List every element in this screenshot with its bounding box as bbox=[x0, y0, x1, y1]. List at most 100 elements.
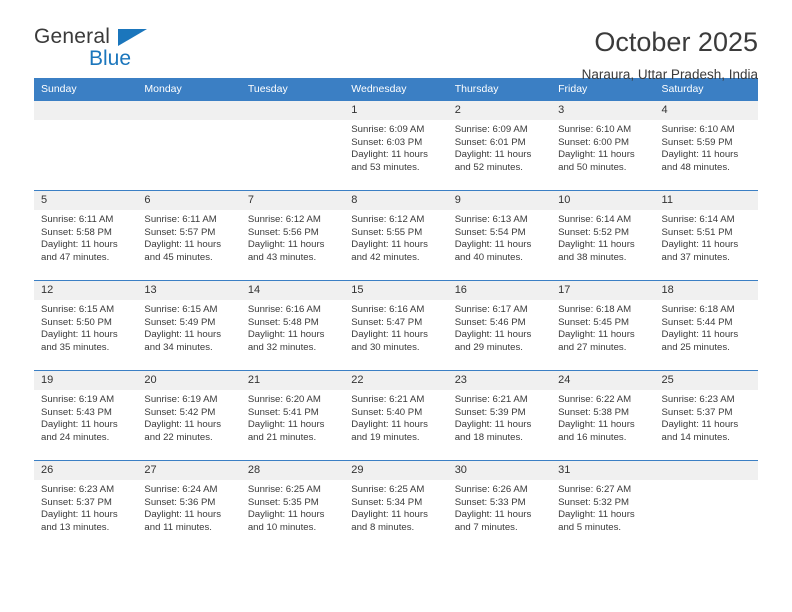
calendar-day-cell[interactable]: 17 Sunrise: 6:18 AM Sunset: 5:45 PM Dayligh… bbox=[551, 280, 655, 371]
calendar-day-cell[interactable]: 28 Sunrise: 6:25 AM Sunset: 5:35 PM Dayligh… bbox=[240, 460, 345, 551]
calendar-day-cell[interactable]: 25 Sunrise: 6:23 AM Sunset: 5:37 PM Dayligh… bbox=[654, 370, 758, 461]
detail-sunrise: Sunrise: 6:12 AM bbox=[351, 214, 425, 225]
calendar-day-cell[interactable]: 2 Sunrise: 6:09 AM Sunset: 6:01 PM Daylight… bbox=[447, 100, 552, 191]
calendar-day-cell[interactable]: 8 Sunrise: 6:12 AM Sunset: 5:55 PM Daylight… bbox=[344, 190, 448, 281]
calendar-day-cell[interactable]: 31 Sunrise: 6:27 AM Sunset: 5:32 PM Dayligh… bbox=[551, 460, 655, 551]
calendar-day-cell[interactable]: 10 Sunrise: 6:14 AM Sunset: 5:52 PM Dayligh… bbox=[551, 190, 655, 281]
day-number: 15 bbox=[344, 281, 448, 300]
detail-sunrise: Sunrise: 6:22 AM bbox=[558, 394, 632, 405]
calendar-day-cell[interactable]: 26 Sunrise: 6:23 AM Sunset: 5:37 PM Dayligh… bbox=[34, 460, 138, 551]
day-number: 19 bbox=[34, 371, 138, 390]
detail-daylight2: and 10 minutes. bbox=[247, 521, 317, 533]
detail-sunset: Sunset: 5:41 PM bbox=[247, 406, 319, 418]
general-blue-logo[interactable]: General Blue bbox=[34, 26, 166, 74]
calendar-cell-inner: 4 Sunrise: 6:10 AM Sunset: 5:59 PM Daylight… bbox=[654, 101, 758, 190]
day-details: Sunrise: 6:22 AM Sunset: 5:38 PM Daylight:… bbox=[551, 390, 654, 444]
calendar-day-cell[interactable]: 20 Sunrise: 6:19 AM Sunset: 5:42 PM Dayligh… bbox=[137, 370, 241, 461]
calendar-cell-empty bbox=[137, 100, 241, 191]
detail-sunrise: Sunrise: 6:25 AM bbox=[247, 484, 321, 495]
detail-daylight2: and 52 minutes. bbox=[454, 161, 523, 173]
calendar-day-cell[interactable]: 30 Sunrise: 6:26 AM Sunset: 5:33 PM Dayligh… bbox=[447, 460, 552, 551]
detail-daylight2: and 7 minutes. bbox=[454, 521, 518, 533]
detail-daylight1: Daylight: 11 hours bbox=[661, 239, 739, 251]
detail-sunset: Sunset: 5:48 PM bbox=[247, 316, 319, 328]
calendar-day-cell[interactable]: 23 Sunrise: 6:21 AM Sunset: 5:39 PM Dayligh… bbox=[447, 370, 552, 461]
calendar-day-cell[interactable]: 16 Sunrise: 6:17 AM Sunset: 5:46 PM Dayligh… bbox=[447, 280, 552, 371]
detail-sunrise: Sunrise: 6:13 AM bbox=[454, 214, 528, 225]
calendar-cell-inner: 27 Sunrise: 6:24 AM Sunset: 5:36 PM Dayligh… bbox=[137, 461, 241, 551]
day-details: Sunrise: 6:24 AM Sunset: 5:36 PM Daylight:… bbox=[137, 480, 240, 534]
calendar-day-cell[interactable]: 9 Sunrise: 6:13 AM Sunset: 5:54 PM Daylight… bbox=[447, 190, 552, 281]
detail-sunset: Sunset: 5:37 PM bbox=[661, 406, 733, 418]
detail-sunrise: Sunrise: 6:12 AM bbox=[247, 214, 321, 225]
detail-daylight2: and 29 minutes. bbox=[454, 341, 523, 353]
detail-sunrise: Sunrise: 6:15 AM bbox=[144, 304, 218, 315]
page-title: October 2025 bbox=[594, 27, 758, 57]
detail-sunset: Sunset: 5:59 PM bbox=[661, 136, 733, 148]
detail-daylight1: Daylight: 11 hours bbox=[351, 509, 428, 521]
detail-sunrise: Sunrise: 6:25 AM bbox=[351, 484, 425, 495]
day-number: 25 bbox=[654, 371, 758, 390]
detail-daylight1: Daylight: 11 hours bbox=[41, 329, 118, 341]
calendar-cell-inner bbox=[654, 461, 758, 551]
calendar-cell-inner: 16 Sunrise: 6:17 AM Sunset: 5:46 PM Dayligh… bbox=[447, 281, 552, 370]
detail-sunset: Sunset: 5:56 PM bbox=[247, 226, 319, 238]
day-number: 14 bbox=[240, 281, 345, 300]
detail-daylight1: Daylight: 11 hours bbox=[247, 329, 325, 341]
detail-daylight1: Daylight: 11 hours bbox=[661, 419, 739, 431]
calendar-day-cell[interactable]: 6 Sunrise: 6:11 AM Sunset: 5:57 PM Daylight… bbox=[137, 190, 241, 281]
day-details: Sunrise: 6:11 AM Sunset: 5:57 PM Daylight:… bbox=[137, 210, 240, 264]
day-number: 2 bbox=[447, 101, 552, 120]
calendar-day-cell[interactable]: 27 Sunrise: 6:24 AM Sunset: 5:36 PM Dayligh… bbox=[137, 460, 241, 551]
day-number: 18 bbox=[654, 281, 758, 300]
logo-triangle-icon bbox=[118, 29, 147, 46]
detail-daylight1: Daylight: 11 hours bbox=[661, 149, 739, 161]
calendar-day-cell[interactable]: 15 Sunrise: 6:16 AM Sunset: 5:47 PM Dayligh… bbox=[344, 280, 448, 371]
day-number: 22 bbox=[344, 371, 448, 390]
calendar-week-row: 12 Sunrise: 6:15 AM Sunset: 5:50 PM Dayligh… bbox=[34, 280, 758, 371]
detail-sunset: Sunset: 5:37 PM bbox=[41, 496, 112, 508]
calendar-day-cell[interactable]: 7 Sunrise: 6:12 AM Sunset: 5:56 PM Daylight… bbox=[240, 190, 345, 281]
detail-sunset: Sunset: 5:50 PM bbox=[41, 316, 112, 328]
detail-sunrise: Sunrise: 6:17 AM bbox=[454, 304, 528, 315]
calendar-cell-inner: 28 Sunrise: 6:25 AM Sunset: 5:35 PM Dayligh… bbox=[240, 461, 345, 551]
detail-daylight2: and 47 minutes. bbox=[41, 251, 110, 263]
detail-daylight1: Daylight: 11 hours bbox=[247, 419, 325, 431]
detail-sunset: Sunset: 5:57 PM bbox=[144, 226, 216, 238]
calendar-day-cell[interactable]: 13 Sunrise: 6:15 AM Sunset: 5:49 PM Dayligh… bbox=[137, 280, 241, 371]
calendar-day-cell[interactable]: 24 Sunrise: 6:22 AM Sunset: 5:38 PM Dayligh… bbox=[551, 370, 655, 461]
calendar-day-cell[interactable]: 5 Sunrise: 6:11 AM Sunset: 5:58 PM Daylight… bbox=[34, 190, 138, 281]
detail-sunrise: Sunrise: 6:10 AM bbox=[661, 124, 735, 135]
calendar-day-cell[interactable]: 14 Sunrise: 6:16 AM Sunset: 5:48 PM Dayligh… bbox=[240, 280, 345, 371]
calendar-day-cell[interactable]: 3 Sunrise: 6:10 AM Sunset: 6:00 PM Daylight… bbox=[551, 100, 655, 191]
calendar-day-cell[interactable]: 22 Sunrise: 6:21 AM Sunset: 5:40 PM Dayligh… bbox=[344, 370, 448, 461]
day-number: 28 bbox=[240, 461, 345, 480]
detail-sunset: Sunset: 5:58 PM bbox=[41, 226, 112, 238]
calendar-day-cell[interactable]: 12 Sunrise: 6:15 AM Sunset: 5:50 PM Dayligh… bbox=[34, 280, 138, 371]
detail-daylight1: Daylight: 11 hours bbox=[351, 149, 428, 161]
calendar-day-cell[interactable]: 19 Sunrise: 6:19 AM Sunset: 5:43 PM Dayligh… bbox=[34, 370, 138, 461]
calendar-day-cell[interactable]: 21 Sunrise: 6:20 AM Sunset: 5:41 PM Dayligh… bbox=[240, 370, 345, 461]
detail-daylight2: and 25 minutes. bbox=[661, 341, 730, 353]
day-details: Sunrise: 6:17 AM Sunset: 5:46 PM Daylight:… bbox=[448, 300, 551, 354]
calendar-cell-inner: 15 Sunrise: 6:16 AM Sunset: 5:47 PM Dayligh… bbox=[344, 281, 448, 370]
detail-daylight1: Daylight: 11 hours bbox=[247, 239, 325, 251]
day-details: Sunrise: 6:19 AM Sunset: 5:42 PM Daylight:… bbox=[137, 390, 240, 444]
calendar-day-cell[interactable]: 18 Sunrise: 6:18 AM Sunset: 5:44 PM Dayligh… bbox=[654, 280, 758, 371]
detail-daylight1: Daylight: 11 hours bbox=[558, 149, 635, 161]
calendar-cell-inner: 9 Sunrise: 6:13 AM Sunset: 5:54 PM Daylight… bbox=[447, 191, 552, 280]
calendar-cell-empty bbox=[654, 460, 758, 551]
detail-daylight2: and 13 minutes. bbox=[41, 521, 110, 533]
calendar-day-cell[interactable]: 1 Sunrise: 6:09 AM Sunset: 6:03 PM Daylight… bbox=[344, 100, 448, 191]
calendar-cell-inner: 5 Sunrise: 6:11 AM Sunset: 5:58 PM Daylight… bbox=[34, 191, 138, 280]
day-details: Sunrise: 6:13 AM Sunset: 5:54 PM Daylight:… bbox=[448, 210, 551, 264]
calendar-day-cell[interactable]: 29 Sunrise: 6:25 AM Sunset: 5:34 PM Dayligh… bbox=[344, 460, 448, 551]
calendar-day-cell[interactable]: 11 Sunrise: 6:14 AM Sunset: 5:51 PM Dayligh… bbox=[654, 190, 758, 281]
detail-daylight1: Daylight: 11 hours bbox=[41, 239, 118, 251]
day-details: Sunrise: 6:23 AM Sunset: 5:37 PM Daylight:… bbox=[34, 480, 137, 534]
calendar-day-cell[interactable]: 4 Sunrise: 6:10 AM Sunset: 5:59 PM Daylight… bbox=[654, 100, 758, 191]
detail-sunrise: Sunrise: 6:18 AM bbox=[661, 304, 735, 315]
detail-sunset: Sunset: 5:43 PM bbox=[41, 406, 112, 418]
day-details: Sunrise: 6:25 AM Sunset: 5:35 PM Daylight:… bbox=[241, 480, 344, 534]
day-number: 10 bbox=[551, 191, 655, 210]
